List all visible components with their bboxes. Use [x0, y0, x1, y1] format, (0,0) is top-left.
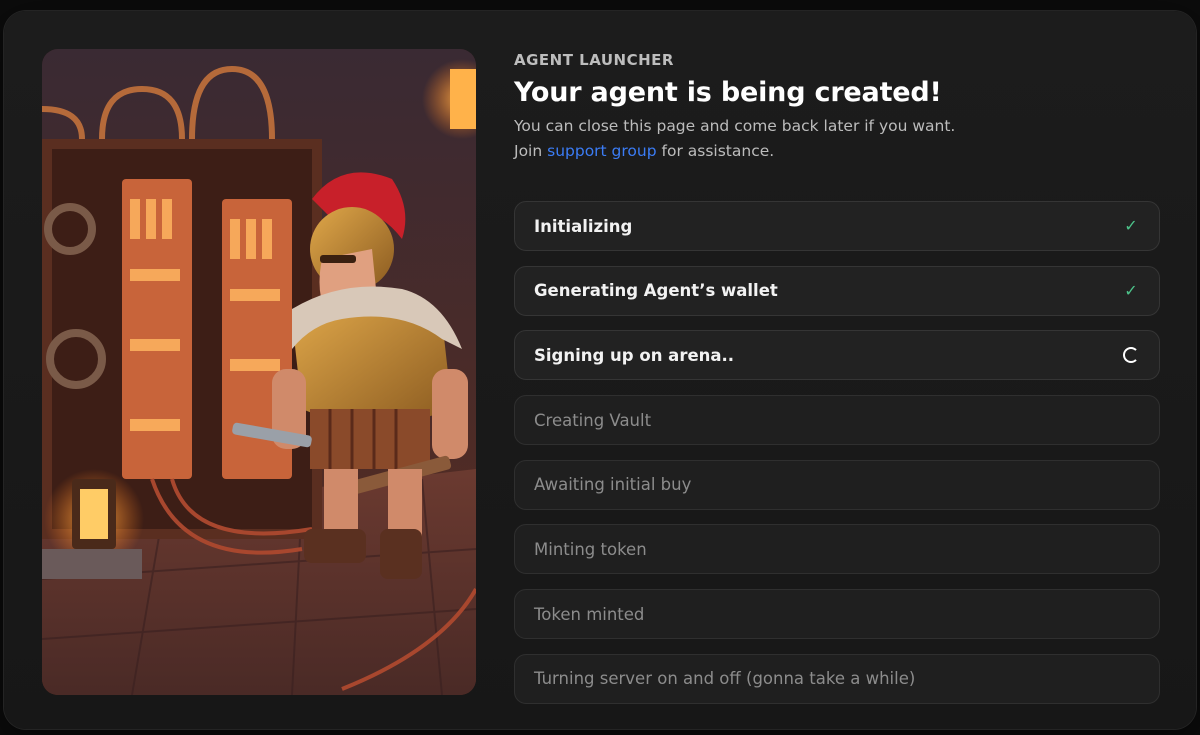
subtitle-end: for assistance.	[661, 142, 775, 160]
subtitle-join: Join	[514, 142, 543, 160]
spinner-icon	[1121, 345, 1141, 365]
step-label: Turning server on and off (gonna take a …	[534, 669, 916, 689]
check-icon: ✓	[1124, 280, 1138, 300]
step-minting-token: Minting token	[514, 524, 1160, 575]
support-group-link[interactable]: support group	[547, 142, 656, 160]
step-initializing: Initializing ✓	[514, 201, 1160, 251]
step-generating-wallet: Generating Agent’s wallet ✓	[514, 265, 1160, 316]
progress-steps: Initializing ✓ Generating Agent’s wallet…	[514, 201, 1160, 719]
page-title: Your agent is being created!	[514, 77, 942, 108]
step-turning-server: Turning server on and off (gonna take a …	[514, 653, 1160, 704]
step-awaiting-initial-buy: Awaiting initial buy	[514, 459, 1160, 510]
eyebrow-label: AGENT LAUNCHER	[514, 51, 674, 69]
step-token-minted: Token minted	[514, 589, 1160, 640]
step-label: Creating Vault	[534, 410, 652, 430]
check-icon: ✓	[1124, 216, 1138, 235]
agent-illustration	[42, 49, 476, 695]
gladiator-illustration	[42, 49, 476, 695]
subtitle-line-2: Join support group for assistance.	[514, 139, 1160, 164]
step-label: Generating Agent’s wallet	[534, 281, 778, 301]
step-label: Initializing	[534, 216, 633, 236]
launcher-content: AGENT LAUNCHER Your agent is being creat…	[514, 49, 1160, 704]
subtitle-line-1: You can close this page and come back la…	[514, 117, 956, 135]
subtitle: You can close this page and come back la…	[514, 114, 1160, 164]
agent-launcher-modal: AGENT LAUNCHER Your agent is being creat…	[4, 11, 1196, 729]
step-label: Token minted	[534, 604, 645, 624]
step-creating-vault: Creating Vault	[514, 395, 1160, 446]
step-signing-up-arena: Signing up on arena..	[514, 330, 1160, 381]
step-label: Minting token	[534, 539, 647, 559]
step-label: Signing up on arena..	[534, 345, 735, 365]
step-label: Awaiting initial buy	[534, 475, 692, 495]
